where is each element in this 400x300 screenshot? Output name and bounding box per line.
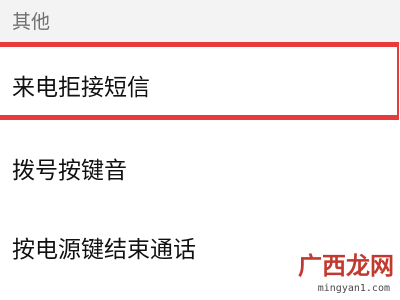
watermark-logo-text: 广西龙网 [298, 252, 394, 280]
watermark-url-text: mingyan1.com [317, 283, 390, 294]
watermark: 广西龙网 mingyan1.com [298, 250, 400, 300]
settings-item-label: 按电源键结束通话 [12, 237, 196, 263]
section-title: 其他 [12, 11, 51, 33]
section-header-other: 其他 [0, 0, 400, 44]
settings-item-dial-keypad-tone[interactable]: 拨号按键音 [0, 120, 400, 211]
settings-item-label: 拨号按键音 [12, 158, 127, 184]
highlight-annotation-box [0, 42, 399, 120]
